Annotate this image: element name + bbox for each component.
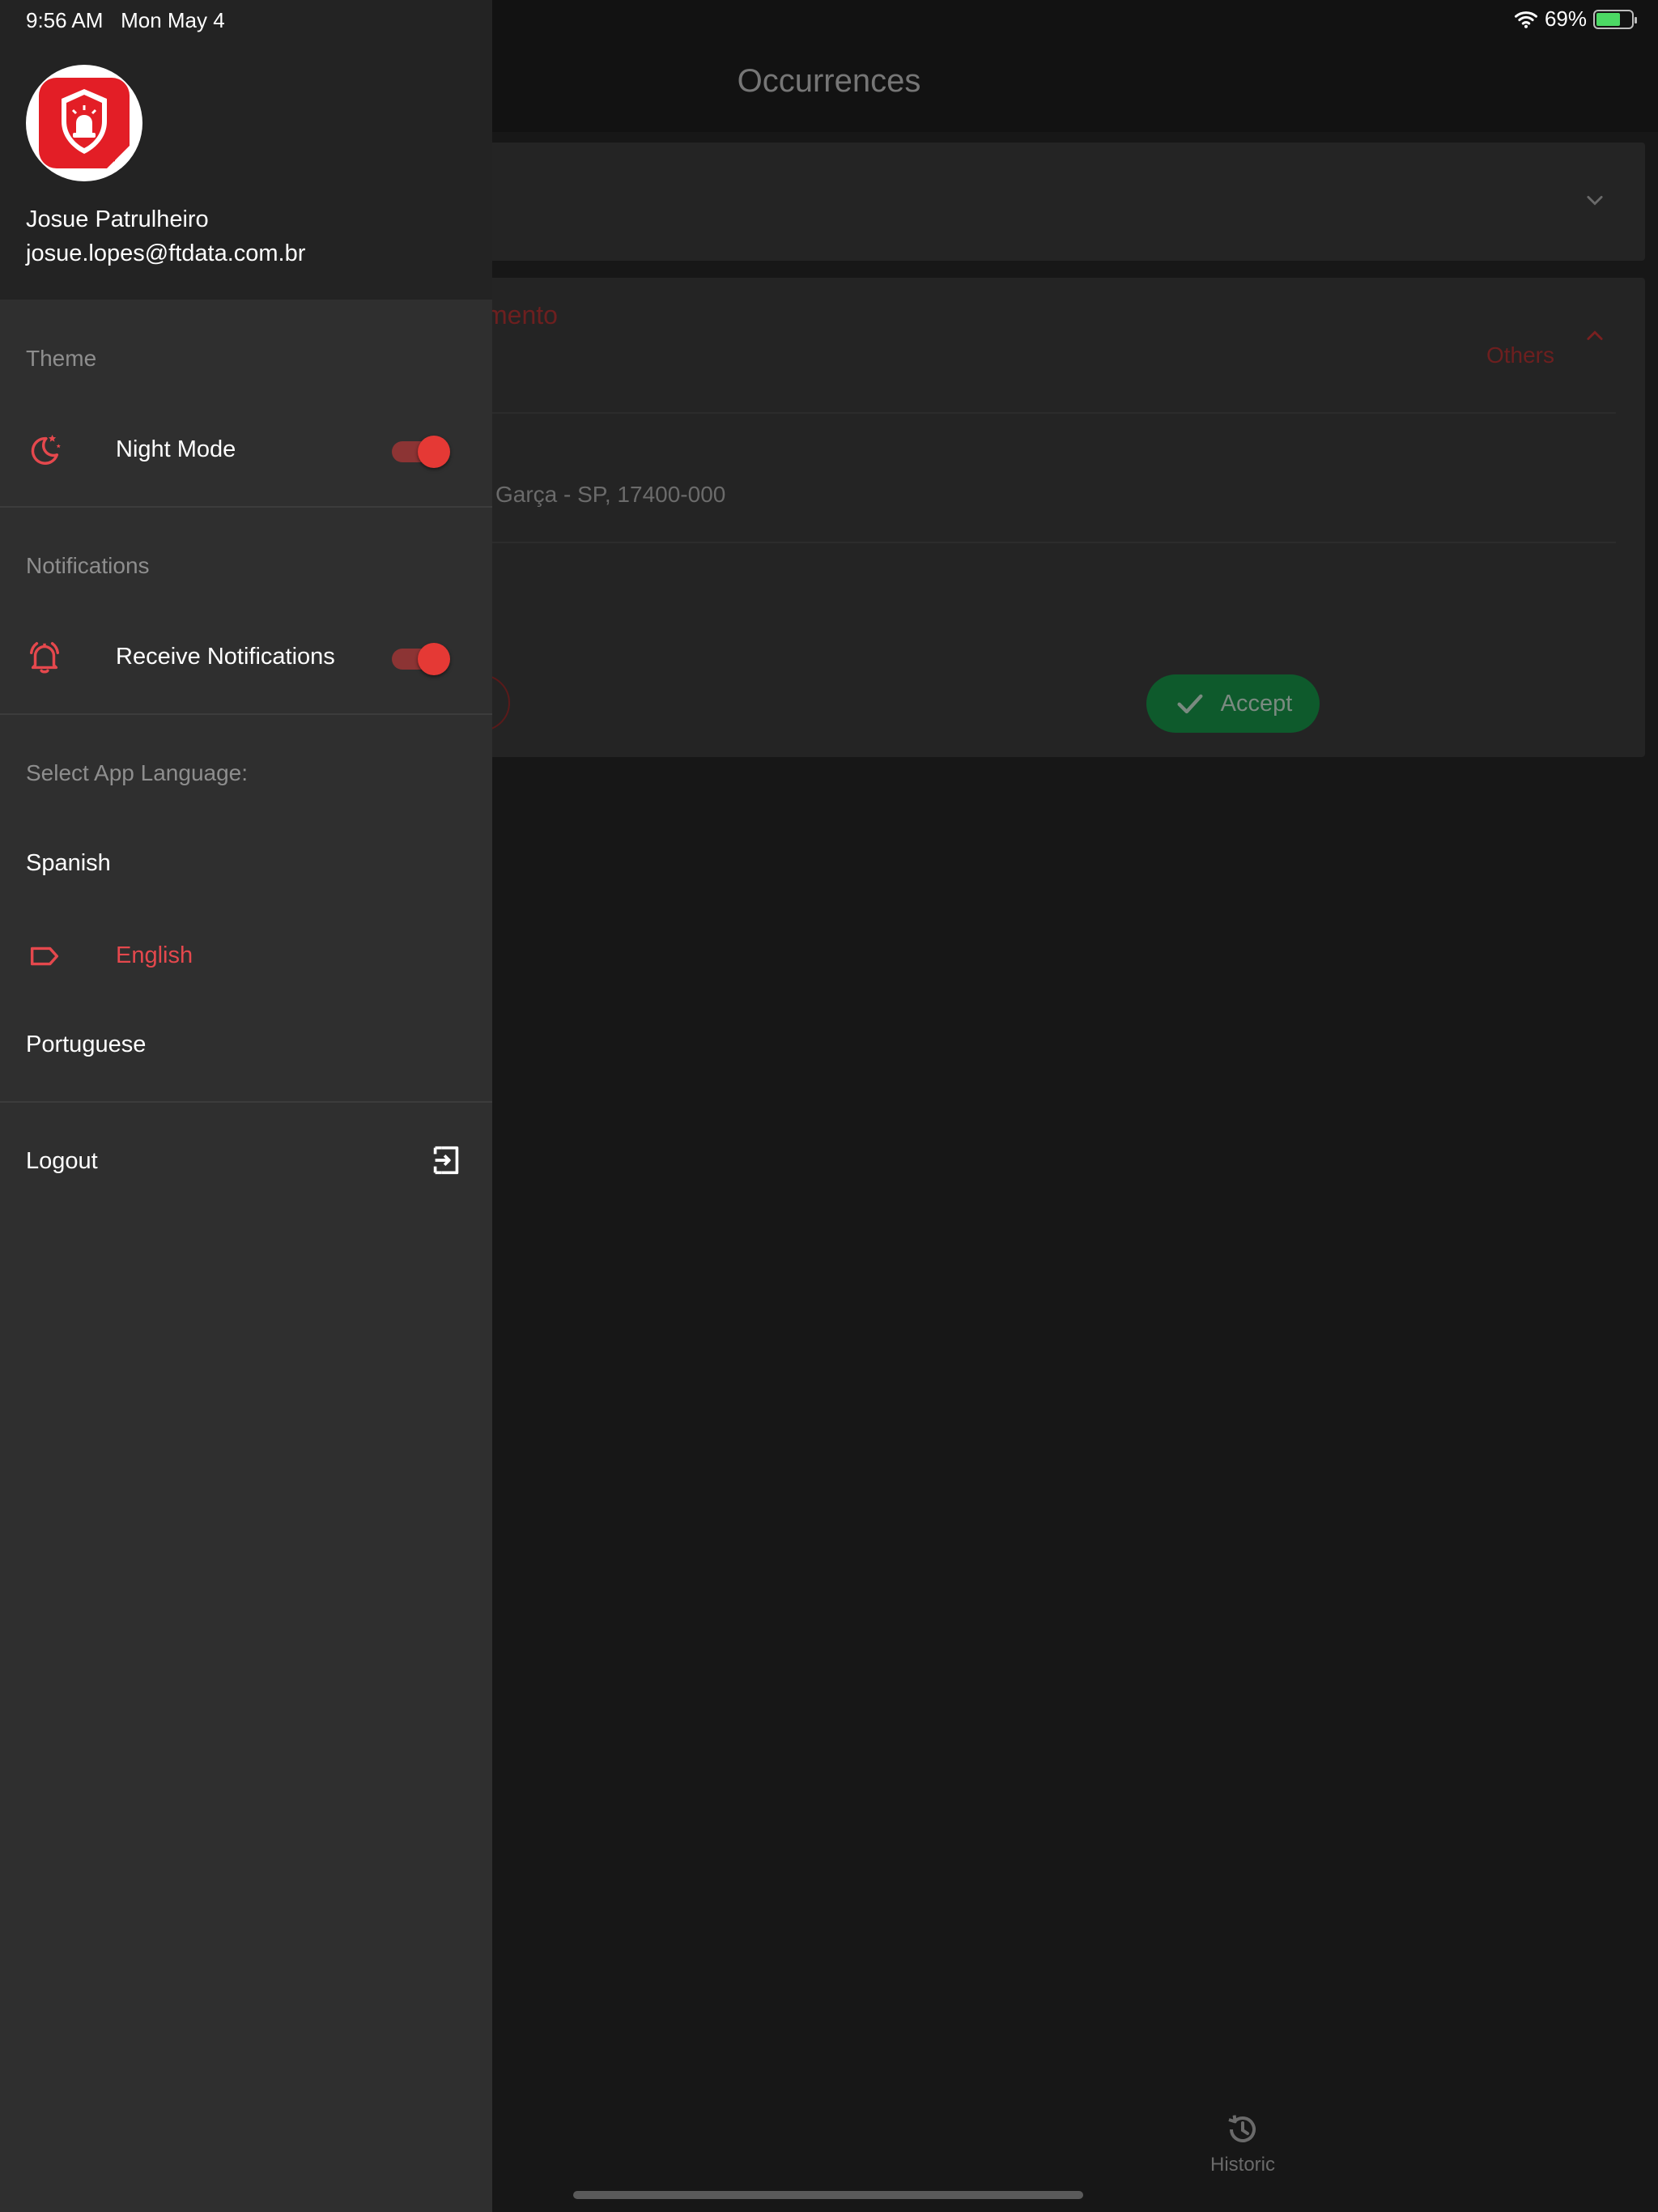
- theme-section-label: Theme: [26, 346, 97, 371]
- language-option-spanish[interactable]: Spanish: [26, 850, 111, 877]
- logout-icon[interactable]: [427, 1142, 465, 1179]
- night-mode-icon: [31, 434, 61, 465]
- toggle-knob: [418, 436, 450, 468]
- bottom-nav-historic[interactable]: Historic: [1198, 2110, 1287, 2176]
- night-mode-label: Night Mode: [116, 436, 236, 462]
- drawer-divider: [0, 713, 492, 715]
- notifications-section-label: Notifications: [26, 553, 150, 578]
- occurrence-category: Others: [1486, 342, 1554, 368]
- wifi-icon: [1514, 11, 1537, 28]
- night-mode-toggle[interactable]: [392, 433, 450, 469]
- navigation-drawer: Josue Patrulheiro josue.lopes@ftdata.com…: [0, 0, 492, 2212]
- accept-button[interactable]: Accept: [1146, 674, 1320, 733]
- app-logo-icon: [39, 78, 130, 168]
- battery-fill: [1596, 12, 1620, 26]
- check-icon: [1177, 694, 1203, 714]
- battery-charging-icon: [1593, 9, 1637, 29]
- language-option-english-label: English: [116, 942, 193, 968]
- user-name: Josue Patrulheiro: [26, 206, 209, 232]
- language-section-label: Select App Language:: [26, 760, 249, 785]
- occurrence-card-collapsed[interactable]: [486, 143, 1645, 261]
- drawer-header: Josue Patrulheiro josue.lopes@ftdata.com…: [0, 0, 492, 300]
- occurrence-address: Garça - SP, 17400-000: [495, 482, 726, 507]
- night-mode-row[interactable]: Night Mode: [0, 407, 492, 488]
- status-date: Mon May 4: [121, 8, 225, 32]
- card-divider: [486, 412, 1616, 414]
- receive-notifications-label: Receive Notifications: [116, 644, 335, 670]
- bell-ringing-icon: [29, 642, 60, 674]
- language-option-portuguese[interactable]: Portuguese: [26, 1032, 146, 1058]
- occurrence-card-expanded[interactable]: mento Others Garça - SP, 17400-000 Accep…: [421, 278, 1645, 757]
- battery-percent: 69%: [1544, 6, 1587, 31]
- home-indicator: [573, 2191, 1083, 2199]
- accept-label: Accept: [1220, 690, 1293, 717]
- status-indicators: 69%: [1514, 6, 1637, 32]
- logout-button[interactable]: Logout: [26, 1148, 98, 1175]
- receive-notifications-toggle[interactable]: [392, 640, 450, 676]
- receive-notifications-row[interactable]: Receive Notifications: [0, 615, 492, 696]
- occurrence-title: mento: [486, 300, 558, 330]
- drawer-divider: [0, 1101, 492, 1103]
- chevron-up-icon[interactable]: [1584, 325, 1606, 347]
- historic-label: Historic: [1209, 2154, 1275, 2176]
- chevron-down-icon[interactable]: [1584, 189, 1606, 212]
- drawer-divider: [0, 506, 492, 508]
- status-time: 9:56 AM Mon May 4: [26, 8, 225, 33]
- status-clock: 9:56 AM: [26, 8, 104, 32]
- card-divider: [486, 542, 1616, 543]
- language-option-english[interactable]: English: [0, 913, 492, 994]
- label-icon: [30, 946, 59, 966]
- avatar: [26, 65, 142, 181]
- toggle-knob: [418, 643, 450, 675]
- screen: Occurrences mento Others Garça - SP, 174…: [0, 0, 1658, 2212]
- history-icon: [1228, 2115, 1256, 2142]
- user-email: josue.lopes@ftdata.com.br: [26, 240, 306, 266]
